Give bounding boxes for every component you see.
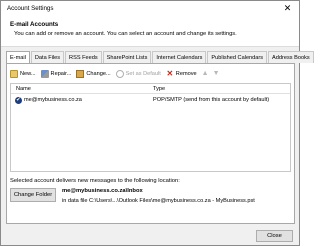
account-name: me@mybusiness.co.za [24, 97, 82, 103]
repair-icon [40, 69, 49, 78]
change-button-label: Change... [86, 70, 111, 77]
tab-data-files[interactable]: Data Files [30, 51, 65, 63]
set-as-default-label: Set as Default [125, 70, 161, 77]
tab-sharepoint-lists[interactable]: SharePoint Lists [102, 51, 152, 63]
default-account-check-icon: ✔ [15, 97, 22, 104]
tab-strip: E-mail Data Files RSS Feeds SharePoint L… [6, 51, 315, 64]
tab-internet-calendars[interactable]: Internet Calendars [152, 51, 207, 63]
section-title: E-mail Accounts [10, 21, 59, 28]
change-folder-button[interactable]: Change Folder [10, 188, 56, 202]
new-button[interactable]: New... [10, 68, 36, 79]
default-check-icon [115, 69, 124, 78]
remove-button[interactable]: ✕ Remove [166, 68, 197, 79]
column-header-name[interactable]: Name [16, 86, 31, 92]
email-tab-panel: New... Repair... Change... Set as Defaul… [6, 63, 295, 224]
delivery-description: Selected account delivers new messages t… [10, 178, 180, 184]
account-type: POP/SMTP (send from this account by defa… [153, 97, 270, 103]
account-settings-dialog: Account Settings ✕ E-mail Accounts You c… [0, 0, 314, 246]
close-button[interactable]: Close [256, 230, 293, 242]
set-as-default-button[interactable]: Set as Default [115, 68, 161, 79]
new-account-icon [10, 69, 18, 78]
title-bar: Account Settings ✕ [1, 1, 299, 16]
accounts-list: Name Type ✔ me@mybusiness.co.za POP/SMTP… [10, 83, 291, 172]
table-row[interactable]: ✔ me@mybusiness.co.za POP/SMTP (send fro… [11, 95, 290, 105]
repair-button-label: Repair... [50, 70, 72, 77]
tab-rss-feeds[interactable]: RSS Feeds [65, 51, 102, 63]
delivery-folder: me@mybusiness.co.za\Inbox [62, 188, 143, 194]
change-icon [76, 69, 85, 78]
account-toolbar: New... Repair... Change... Set as Defaul… [10, 68, 224, 79]
close-icon[interactable]: ✕ [282, 3, 293, 14]
list-header: Name Type [11, 84, 290, 94]
change-button[interactable]: Change... [76, 68, 111, 79]
delivery-data-file-path: in data file C:\Users\...\Outlook Files\… [62, 198, 255, 204]
column-header-type[interactable]: Type [153, 86, 165, 92]
window-title: Account Settings [7, 5, 54, 12]
remove-button-label: Remove [175, 70, 197, 77]
move-down-icon[interactable]: ▼ [213, 70, 220, 77]
move-up-icon[interactable]: ▲ [202, 70, 209, 77]
tab-published-calendars[interactable]: Published Calendars [207, 51, 268, 63]
remove-icon: ✕ [166, 68, 174, 78]
section-subtitle: You can add or remove an account. You ca… [14, 31, 237, 37]
header-panel: E-mail Accounts You can add or remove an… [1, 16, 299, 47]
repair-button[interactable]: Repair... [40, 68, 72, 79]
new-button-label: New... [20, 70, 36, 77]
tab-address-books[interactable]: Address Books [268, 51, 314, 63]
